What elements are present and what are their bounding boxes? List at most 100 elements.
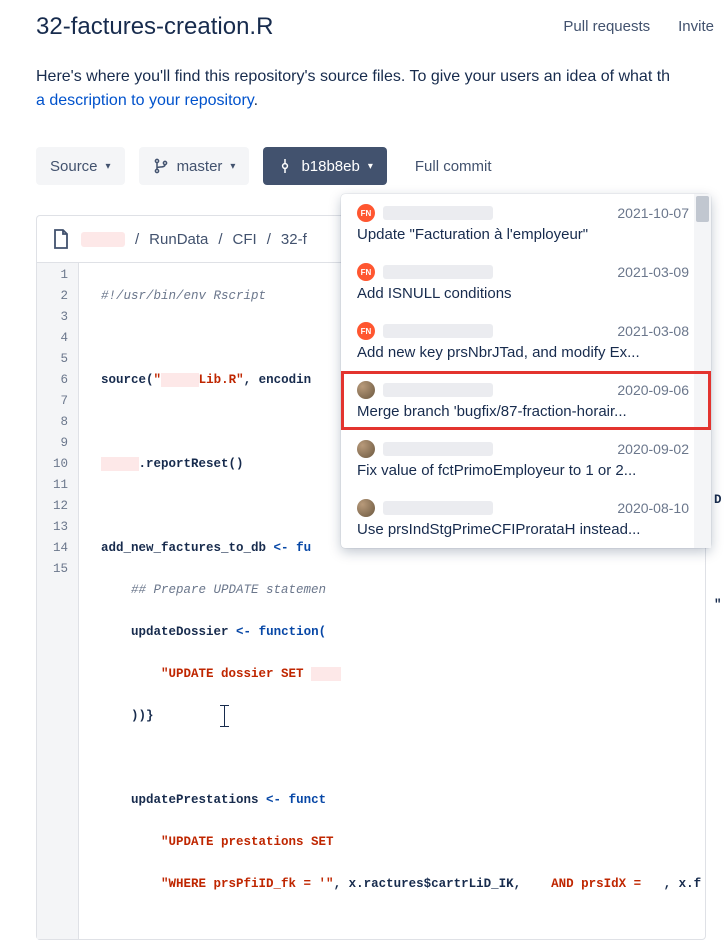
commit-message: Update "Facturation à l'employeur" bbox=[357, 222, 689, 243]
commit-date: 2021-03-08 bbox=[617, 323, 689, 339]
code-text: .reportReset() bbox=[139, 457, 244, 471]
pull-requests-button[interactable]: Pull requests bbox=[549, 10, 664, 43]
full-commit-button[interactable]: Full commit bbox=[401, 147, 506, 185]
avatar: FN bbox=[357, 322, 375, 340]
breadcrumb-root[interactable] bbox=[81, 232, 125, 247]
code-text: LiD_IK bbox=[469, 877, 514, 891]
commit-date: 2021-03-09 bbox=[617, 264, 689, 280]
source-toolbar: Source ▾ master ▾ b18b8eb ▾ Full commit bbox=[0, 113, 728, 185]
code-text: updateDossier bbox=[101, 625, 236, 639]
avatar bbox=[357, 499, 375, 517]
commit-message: Use prsIndStgPrimeCFIProrataH instead... bbox=[357, 517, 689, 538]
commit-icon bbox=[277, 158, 293, 174]
desc-text: Here's where you'll find this repository… bbox=[36, 68, 670, 85]
breadcrumb-sep: / bbox=[218, 231, 222, 248]
branch-icon bbox=[153, 158, 169, 174]
avatar: FN bbox=[357, 263, 375, 281]
commit-author bbox=[383, 383, 493, 397]
commit-message: Add new key prsNbrJTad, and modify Ex... bbox=[357, 340, 689, 361]
line-num: 3 bbox=[53, 307, 68, 328]
code-text: add_new_factures_to_db bbox=[101, 541, 274, 555]
add-description-link[interactable]: a description to your repository bbox=[36, 92, 254, 109]
code-text: AND prsIdX = bbox=[551, 877, 641, 891]
commit-item[interactable]: FN 2021-03-08Add new key prsNbrJTad, and … bbox=[341, 312, 711, 371]
line-num: 12 bbox=[53, 496, 68, 517]
line-num: 5 bbox=[53, 349, 68, 370]
source-dropdown[interactable]: Source ▾ bbox=[36, 147, 125, 185]
code-text: Lib.R bbox=[199, 373, 237, 387]
line-num: 11 bbox=[53, 475, 68, 496]
code-text: source( bbox=[101, 373, 154, 387]
line-num: 9 bbox=[53, 433, 68, 454]
breadcrumb-cfi[interactable]: CFI bbox=[233, 231, 257, 248]
breadcrumb-current: 32-f bbox=[281, 231, 307, 248]
text-cursor bbox=[221, 708, 222, 724]
commit-message: Fix value of fctPrimoEmployeur to 1 or 2… bbox=[357, 458, 689, 479]
code-overflow: D " bbox=[714, 280, 722, 616]
line-gutter: 1 2 3 4 5 6 7 8 9 10 11 12 13 14 15 bbox=[37, 263, 79, 939]
source-label: Source bbox=[50, 158, 98, 175]
code-text: fu bbox=[289, 541, 312, 555]
line-num: 8 bbox=[53, 412, 68, 433]
invite-button[interactable]: Invite bbox=[664, 10, 728, 43]
commit-item[interactable]: FN 2021-10-07Update "Facturation à l'empl… bbox=[341, 194, 711, 253]
code-text: function( bbox=[251, 625, 326, 639]
commit-author bbox=[383, 501, 493, 515]
chevron-down-icon: ▾ bbox=[368, 161, 373, 172]
code-text: "UPDATE dossier SET bbox=[101, 667, 311, 681]
commit-item[interactable]: 2020-09-02Fix value of fctPrimoEmployeur… bbox=[341, 430, 711, 489]
code-text: <- bbox=[266, 793, 281, 807]
code-text: funct bbox=[281, 793, 326, 807]
avatar bbox=[357, 381, 375, 399]
commit-message: Add ISNULL conditions bbox=[357, 281, 689, 302]
page-title: 32-factures-creation.R bbox=[36, 13, 273, 41]
chevron-down-icon: ▾ bbox=[106, 161, 111, 172]
code-text: <- bbox=[274, 541, 289, 555]
code-text: , bbox=[514, 877, 552, 891]
line-num: 13 bbox=[53, 517, 68, 538]
commit-item[interactable]: 2020-08-10Use prsIndStgPrimeCFIProrataH … bbox=[341, 489, 711, 548]
commit-hash: b18b8eb bbox=[301, 158, 359, 175]
commit-author bbox=[383, 206, 493, 220]
commit-dropdown[interactable]: b18b8eb ▾ bbox=[263, 147, 386, 185]
code-text: ))} bbox=[101, 709, 154, 723]
file-icon bbox=[51, 228, 71, 250]
commit-author bbox=[383, 265, 493, 279]
breadcrumb-sep: / bbox=[267, 231, 271, 248]
code-comment: #!/usr/bin/env Rscript bbox=[101, 289, 266, 303]
commit-author bbox=[383, 324, 493, 338]
avatar bbox=[357, 440, 375, 458]
chevron-down-icon: ▾ bbox=[230, 161, 235, 172]
repo-description: Here's where you'll find this repository… bbox=[0, 43, 728, 113]
breadcrumb-sep: / bbox=[135, 231, 139, 248]
branch-dropdown[interactable]: master ▾ bbox=[139, 147, 250, 185]
code-text: , x.f bbox=[641, 877, 701, 891]
commit-date: 2020-09-02 bbox=[617, 441, 689, 457]
line-num: 15 bbox=[53, 559, 68, 580]
code-text: , x.ractures$cartr bbox=[334, 877, 469, 891]
commit-dropdown-menu: FN 2021-10-07Update "Facturation à l'empl… bbox=[341, 194, 711, 548]
avatar: FN bbox=[357, 204, 375, 222]
line-num: 2 bbox=[53, 286, 68, 307]
desc-period: . bbox=[254, 92, 258, 109]
commit-date: 2020-08-10 bbox=[617, 500, 689, 516]
line-num: 14 bbox=[53, 538, 68, 559]
line-num: 7 bbox=[53, 391, 68, 412]
commit-date: 2020-09-06 bbox=[617, 382, 689, 398]
commit-message: Merge branch 'bugfix/87-fraction-horair.… bbox=[357, 399, 689, 420]
commit-author bbox=[383, 442, 493, 456]
header-actions: Pull requests Invite bbox=[549, 10, 728, 43]
line-num: 6 bbox=[53, 370, 68, 391]
code-text: updatePrestations bbox=[101, 793, 266, 807]
breadcrumb-rundata[interactable]: RunData bbox=[149, 231, 208, 248]
code-text: "WHERE prsPfiID_fk = '" bbox=[101, 877, 334, 891]
code-comment: ## Prepare UPDATE statemen bbox=[101, 583, 326, 597]
line-num: 10 bbox=[53, 454, 68, 475]
line-num: 1 bbox=[53, 265, 68, 286]
code-text: , encodin bbox=[244, 373, 312, 387]
branch-name: master bbox=[177, 158, 223, 175]
commit-date: 2021-10-07 bbox=[617, 205, 689, 221]
commit-item[interactable]: FN 2021-03-09Add ISNULL conditions bbox=[341, 253, 711, 312]
commit-item[interactable]: 2020-09-06Merge branch 'bugfix/87-fracti… bbox=[341, 371, 711, 430]
code-text: <- bbox=[236, 625, 251, 639]
